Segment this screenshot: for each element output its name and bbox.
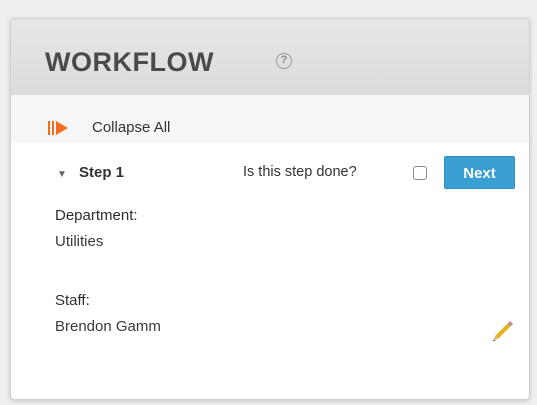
caret-down-icon[interactable]: ▼ (57, 169, 67, 180)
collapse-arrows-icon[interactable] (48, 121, 68, 135)
collapse-all-link[interactable]: Collapse All (92, 119, 170, 136)
step-done-label: Is this step done? (243, 164, 357, 180)
next-button[interactable]: Next (444, 156, 515, 189)
pencil-icon[interactable] (489, 317, 515, 343)
department-value: Utilities (55, 233, 104, 250)
workflow-title: WORKFLOW (45, 47, 214, 77)
department-label: Department: (55, 207, 138, 224)
step-done-checkbox[interactable] (413, 166, 427, 180)
staff-value: Brendon Gamm (55, 318, 161, 335)
staff-label: Staff: (55, 292, 90, 309)
question-circle-icon[interactable]: ? (276, 53, 292, 69)
collapse-bar (11, 95, 529, 143)
workflow-panel: WORKFLOW ? Collapse All ▼ Step 1 Is this… (10, 18, 530, 400)
step-title[interactable]: Step 1 (79, 164, 124, 181)
